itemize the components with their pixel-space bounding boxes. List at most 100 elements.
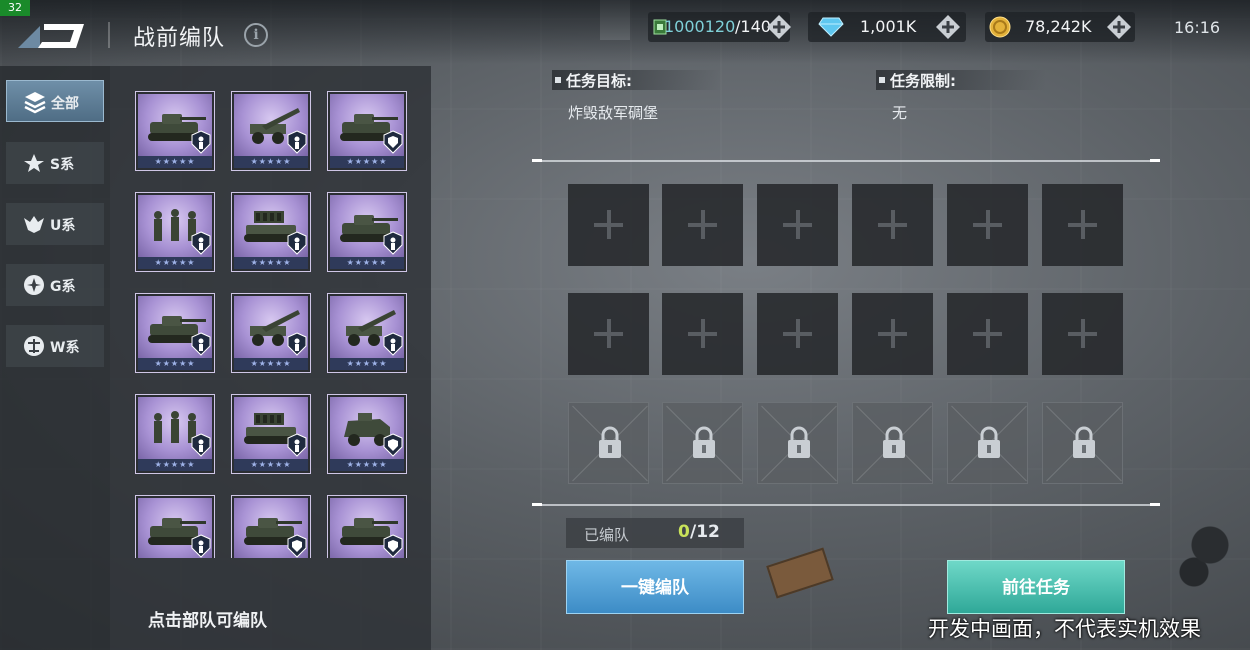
empty-formation-slot[interactable]: [1042, 184, 1123, 266]
unit-card[interactable]: ★★★★★: [327, 192, 407, 272]
unit-card[interactable]: ★★★★★: [135, 91, 215, 171]
clock: 16:16: [1174, 18, 1221, 37]
unit-card[interactable]: ★★★★★: [231, 192, 311, 272]
category-w[interactable]: W系: [6, 325, 104, 367]
category-label: 全部: [51, 96, 79, 112]
unit-card[interactable]: ★★★★★: [135, 192, 215, 272]
unit-card[interactable]: ★★★★★: [231, 495, 311, 558]
category-label: U系: [50, 218, 76, 234]
category-all[interactable]: 全部: [6, 80, 104, 122]
category-label: G系: [50, 279, 76, 295]
star-rating: ★★★★★: [138, 156, 212, 168]
star-rating: ★★★★★: [234, 358, 308, 370]
locked-formation-slot: [568, 402, 649, 484]
category-label: W系: [50, 340, 80, 356]
shield-badge-icon: [383, 534, 403, 558]
locked-formation-slot: [662, 402, 743, 484]
unit-panel: ★★★★★ ★★★★★ ★★★★★ ★★★★★ ★★★★★ ★★★★★ ★★★★★ ★★★★★…: [110, 66, 431, 650]
w-faction-icon: [24, 336, 44, 356]
unit-card[interactable]: ★★★★★: [231, 293, 311, 373]
layers-icon: [24, 92, 46, 114]
fps-counter: 32: [0, 0, 30, 16]
gold-coin-icon: [989, 16, 1011, 38]
empty-formation-slot[interactable]: [568, 293, 649, 375]
gem-resource: 1,001K: [808, 12, 966, 42]
s-faction-icon: [24, 154, 44, 172]
background-barrels: [1170, 500, 1250, 590]
objective-value: 炸毁敌军碉堡: [568, 104, 659, 122]
lock-icon: [1073, 426, 1095, 458]
gold-resource: 78,242K: [985, 12, 1135, 42]
infantry-badge-icon: [383, 231, 403, 255]
title-separator: [108, 22, 110, 48]
infantry-badge-icon: [383, 332, 403, 356]
shield-badge-icon: [287, 534, 307, 558]
add-gems-icon[interactable]: [936, 15, 960, 39]
empty-formation-slot[interactable]: [947, 184, 1028, 266]
category-s[interactable]: S系: [6, 142, 104, 184]
objective-label: 任务目标:: [552, 70, 722, 90]
unit-panel-footnote: [335, 572, 337, 580]
formation-hint: 点击部队可编队: [148, 611, 267, 631]
empty-formation-slot[interactable]: [662, 293, 743, 375]
star-rating: ★★★★★: [234, 459, 308, 471]
category-u[interactable]: U系: [6, 203, 104, 245]
u-faction-icon: [24, 216, 44, 233]
infantry-badge-icon: [287, 130, 307, 154]
lock-icon: [978, 426, 1000, 458]
category-g[interactable]: G系: [6, 264, 104, 306]
unit-card[interactable]: ★★★★★: [327, 394, 407, 474]
empty-formation-slot[interactable]: [852, 184, 933, 266]
restriction-value: 无: [892, 104, 908, 122]
go-to-mission-button[interactable]: 前往任务: [947, 560, 1125, 614]
infantry-badge-icon: [287, 332, 307, 356]
unit-card[interactable]: ★★★★★: [231, 394, 311, 474]
star-rating: ★★★★★: [330, 257, 404, 269]
empty-formation-slot[interactable]: [662, 184, 743, 266]
category-sidebar: 全部 S系 U系 G系 W系: [0, 66, 110, 650]
category-label: S系: [50, 157, 75, 173]
add-troops-icon[interactable]: [767, 15, 791, 39]
unit-card[interactable]: ★★★★★: [135, 394, 215, 474]
back-arrow-icon: [18, 24, 84, 48]
restriction-label: 任务限制:: [876, 70, 1046, 90]
troop-max: /140: [735, 17, 771, 36]
mission-objective: 任务目标: 炸毁敌军碉堡: [552, 70, 722, 123]
info-icon[interactable]: i: [244, 23, 268, 47]
dev-watermark: 开发中画面，不代表实机效果: [928, 617, 1201, 641]
star-rating: ★★★★★: [138, 257, 212, 269]
back-button[interactable]: [18, 18, 90, 52]
unit-card[interactable]: ★★★★★: [327, 293, 407, 373]
unit-card[interactable]: ★★★★★: [135, 293, 215, 373]
infantry-badge-icon: [287, 231, 307, 255]
star-rating: ★★★★★: [234, 156, 308, 168]
add-gold-icon[interactable]: [1107, 15, 1131, 39]
empty-formation-slot[interactable]: [757, 184, 838, 266]
unit-card[interactable]: ★★★★★: [135, 495, 215, 558]
locked-formation-slot: [852, 402, 933, 484]
unit-card[interactable]: ★★★★★: [327, 495, 407, 558]
empty-formation-slot[interactable]: [852, 293, 933, 375]
star-rating: ★★★★★: [330, 358, 404, 370]
shield-badge-icon: [383, 433, 403, 457]
auto-formation-button[interactable]: 一键编队: [566, 560, 744, 614]
infantry-badge-icon: [287, 433, 307, 457]
gold-amount: 78,242K: [1025, 17, 1092, 36]
locked-formation-slot: [757, 402, 838, 484]
unit-card[interactable]: ★★★★★: [327, 91, 407, 171]
infantry-badge-icon: [191, 130, 211, 154]
unit-card[interactable]: ★★★★★: [231, 91, 311, 171]
star-rating: ★★★★★: [234, 257, 308, 269]
empty-formation-slot[interactable]: [947, 293, 1028, 375]
lock-icon: [788, 426, 810, 458]
formation-count-current: 0: [678, 522, 690, 542]
empty-formation-slot[interactable]: [757, 293, 838, 375]
locked-formation-slot: [1042, 402, 1123, 484]
empty-formation-slot[interactable]: [1042, 293, 1123, 375]
star-rating: ★★★★★: [138, 459, 212, 471]
diamond-icon: [818, 17, 844, 37]
star-rating: ★★★★★: [138, 358, 212, 370]
empty-formation-slot[interactable]: [568, 184, 649, 266]
lock-icon: [883, 426, 905, 458]
bottom-divider: [532, 503, 1160, 506]
